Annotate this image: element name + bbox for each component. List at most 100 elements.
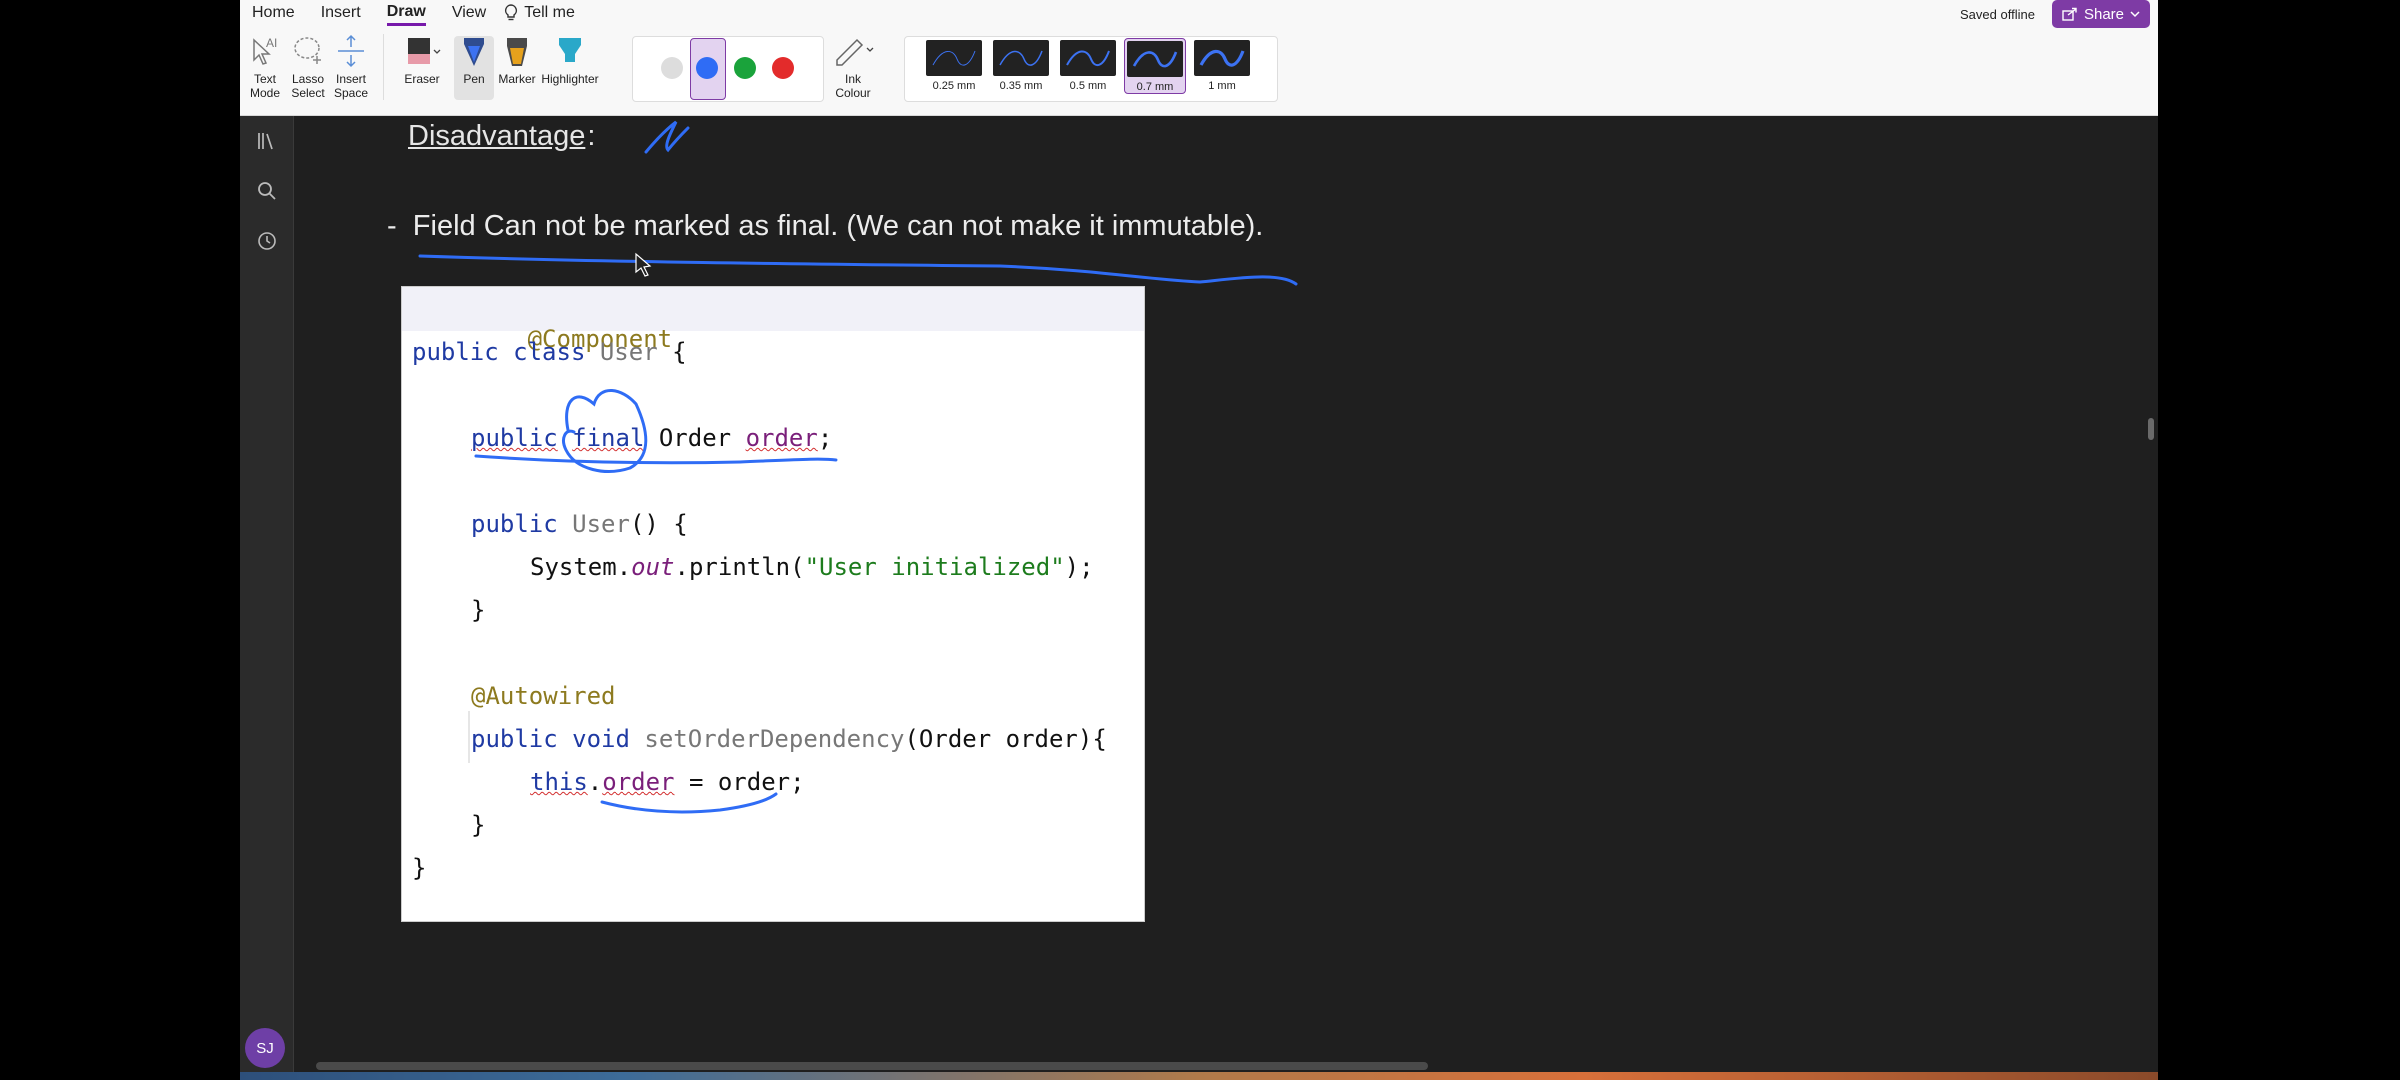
keyword-token: public void: [471, 725, 645, 753]
ribbon-tabs: Home Insert Draw View Tell me: [240, 0, 575, 26]
tab-home[interactable]: Home: [252, 2, 295, 24]
insert-space-label-2: Space: [333, 86, 369, 100]
thickness-035[interactable]: 0.35 mm: [991, 40, 1051, 92]
tell-me-search[interactable]: Tell me: [504, 4, 575, 22]
horizontal-scrollbar[interactable]: [316, 1062, 1428, 1070]
code-line-7: @Autowired: [471, 681, 616, 711]
share-button[interactable]: Share: [2052, 0, 2150, 28]
tab-draw[interactable]: Draw: [386, 1, 426, 26]
thickness-label: 0.7 mm: [1136, 81, 1174, 93]
thickness-label: 0.35 mm: [999, 80, 1043, 92]
highlighter-icon: [559, 38, 581, 62]
bullet-item: - Field Can not be marked as final. (We …: [387, 210, 1263, 243]
eraser-tool[interactable]: Eraser: [400, 34, 444, 86]
search-icon[interactable]: [256, 180, 278, 202]
code-line-3: public final Order order;: [471, 423, 832, 453]
color-swatch-green[interactable]: [734, 57, 756, 79]
bullet-dash: -: [387, 210, 397, 242]
highlighter-label: Highlighter: [541, 72, 599, 86]
brace-token: }: [471, 811, 486, 839]
assign-token: = order;: [674, 768, 805, 796]
share-label: Share: [2083, 5, 2125, 23]
keyword-token: final: [572, 424, 645, 452]
heading-colon: :: [587, 120, 596, 152]
marker-icon: [507, 38, 527, 66]
stroke-preview-icon: [1060, 40, 1116, 76]
chevron-down-icon: [2130, 11, 2140, 18]
text-cursor-icon: AI: [253, 36, 277, 65]
ribbon: Home Insert Draw View Tell me Saved offl…: [240, 0, 2158, 116]
color-swatch-blue[interactable]: [696, 57, 718, 79]
pen-tool[interactable]: Pen: [454, 34, 494, 86]
page-heading: Disadvantage:: [408, 120, 595, 153]
tab-insert[interactable]: Insert: [321, 2, 361, 24]
ink-colour-label-1: Ink: [844, 72, 861, 86]
tell-me-label: Tell me: [524, 4, 575, 21]
thickness-1[interactable]: 1 mm: [1192, 40, 1252, 92]
lasso-label-1: Lasso: [291, 72, 325, 86]
onenote-window: Home Insert Draw View Tell me Saved offl…: [240, 0, 2158, 1080]
notebooks-icon[interactable]: [256, 130, 278, 152]
insert-space-tool[interactable]: Insert Space: [332, 34, 370, 100]
class-name-token: User: [599, 338, 658, 366]
ribbon-divider: [383, 34, 384, 100]
svg-text:AI: AI: [266, 36, 277, 50]
code-screenshot[interactable]: @Component public class User { public fi…: [401, 286, 1145, 922]
this-token: this: [530, 768, 588, 796]
thickness-07[interactable]: 0.7 mm: [1124, 38, 1186, 94]
vertical-scrollbar[interactable]: [2148, 418, 2154, 440]
recent-clock-icon[interactable]: [256, 230, 278, 252]
eraser-icon: [408, 38, 441, 64]
dock-strip: [240, 1072, 2158, 1080]
lasso-select-tool[interactable]: Lasso Select: [290, 34, 326, 100]
method-name-token: setOrderDependency: [644, 725, 905, 753]
navigation-sidebar: SJ: [240, 116, 294, 1080]
share-icon: [2062, 7, 2077, 21]
thickness-05[interactable]: 0.5 mm: [1058, 40, 1118, 92]
tab-view[interactable]: View: [452, 2, 486, 24]
insert-space-icon: [338, 34, 364, 68]
code-line-10: }: [471, 810, 485, 840]
code-line-5: System.out.println("User initialized");: [530, 552, 1094, 582]
lasso-icon: [294, 37, 321, 64]
annotation-token: @Autowired: [471, 682, 616, 710]
thickness-label: 0.5 mm: [1069, 80, 1107, 92]
keyword-token: public: [471, 424, 558, 452]
code-line-4: public User() {: [471, 509, 688, 539]
thickness-025[interactable]: 0.25 mm: [924, 40, 984, 92]
constructor-name-token: User: [572, 510, 630, 538]
paren-token: () {: [629, 510, 688, 538]
ink-colour-tool[interactable]: Ink Colour: [828, 34, 878, 100]
dot-token: .: [587, 768, 603, 796]
note-canvas[interactable]: Disadvantage: - Field Can not be marked …: [294, 116, 2158, 1080]
indent-guide: [468, 711, 470, 763]
system-token: System.: [530, 553, 632, 581]
marker-tool[interactable]: Marker: [497, 34, 537, 86]
text-mode-tool[interactable]: AI Text Mode: [248, 34, 282, 100]
keyword-token: public: [471, 510, 573, 538]
thickness-label: 1 mm: [1208, 80, 1236, 92]
field-token: order: [745, 424, 818, 452]
ink-colour-label-2: Colour: [835, 86, 871, 100]
highlighter-tool[interactable]: Highlighter: [538, 34, 602, 86]
params-token: (Order order){: [904, 725, 1107, 753]
text-mode-label-1: Text: [253, 72, 276, 86]
lasso-label-2: Select: [291, 86, 325, 100]
code-line-11: }: [412, 853, 426, 883]
stroke-preview-icon: [1194, 40, 1250, 76]
println-token: .println(: [674, 553, 805, 581]
color-swatch-grey[interactable]: [661, 57, 683, 79]
color-swatch-red[interactable]: [772, 57, 794, 79]
out-token: out: [631, 553, 675, 581]
semicolon-token: ;: [817, 424, 833, 452]
heading-text: Disadvantage: [408, 120, 586, 152]
type-token: Order: [644, 424, 746, 452]
marker-label: Marker: [498, 72, 536, 86]
brace-token: }: [412, 854, 427, 882]
thickness-label: 0.25 mm: [932, 80, 976, 92]
eraser-label: Eraser: [404, 72, 440, 86]
stroke-preview-icon: [1127, 41, 1183, 77]
code-line-9: this.order = order;: [530, 767, 805, 797]
avatar[interactable]: SJ: [245, 1028, 285, 1068]
field-token: order: [602, 768, 675, 796]
